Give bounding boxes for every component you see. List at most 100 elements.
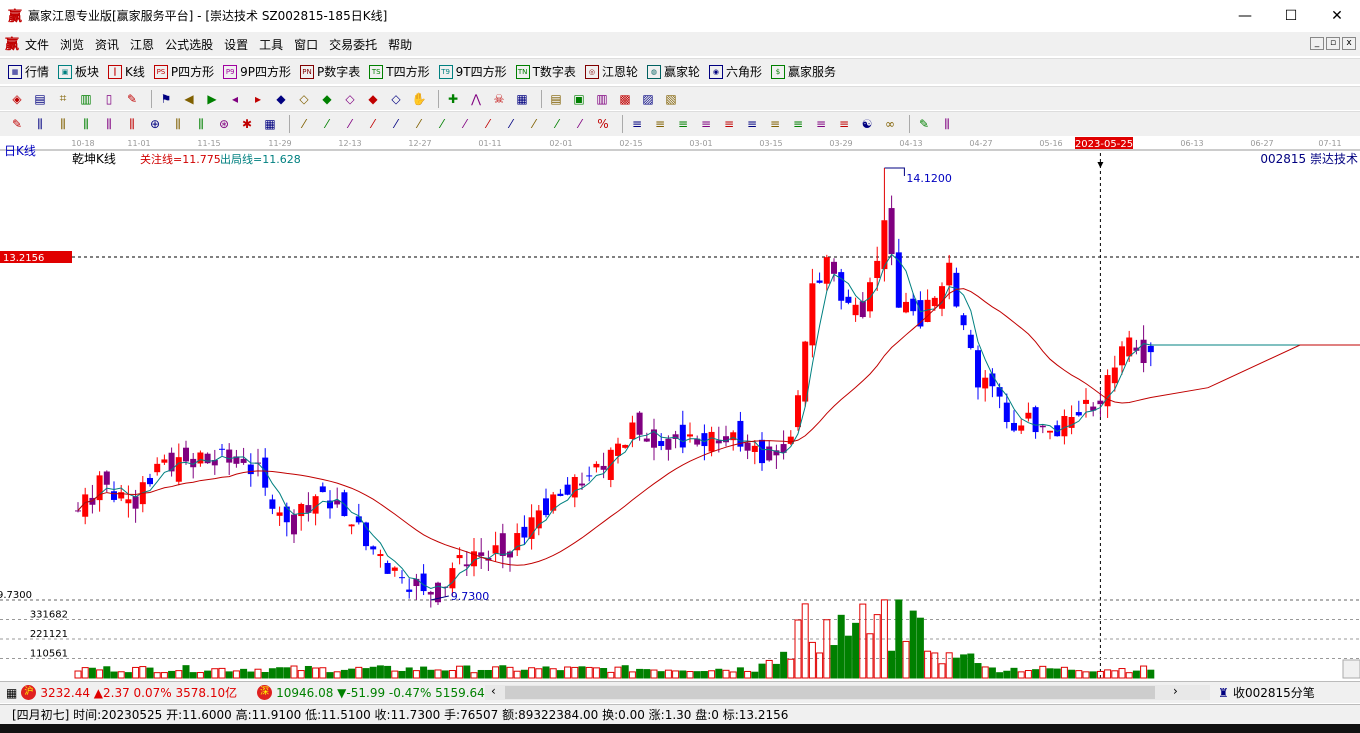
- chart-icon[interactable]: ▥: [77, 90, 95, 108]
- flag-icon[interactable]: ◀: [180, 90, 198, 108]
- bar-chart-icon[interactable]: ▯: [100, 90, 118, 108]
- fan5-icon[interactable]: ⁄: [387, 115, 405, 133]
- menu-3[interactable]: 江恩: [130, 36, 154, 53]
- fib9-icon[interactable]: ☯: [858, 115, 876, 133]
- gann-angle-icon[interactable]: ⊛: [215, 115, 233, 133]
- kline-chart[interactable]: 10-18 11-01 11-15 11-29 12-13 12-27 01-11 02-01…: [0, 137, 1360, 680]
- fan12-icon[interactable]: ⁄: [548, 115, 566, 133]
- formula-icon[interactable]: ⚑: [157, 90, 175, 108]
- fan9-icon[interactable]: ⁄: [479, 115, 497, 133]
- fan2-icon[interactable]: ⁄: [318, 115, 336, 133]
- grid2-icon[interactable]: ⫼: [192, 115, 210, 133]
- prev-icon[interactable]: ▸: [249, 90, 267, 108]
- fib2-icon[interactable]: ≡: [697, 115, 715, 133]
- menu-8[interactable]: 交易委托: [329, 36, 377, 53]
- scroll-right-button[interactable]: ›: [1173, 684, 1178, 698]
- fan11-icon[interactable]: ⁄: [525, 115, 543, 133]
- mdi-restore-button[interactable]: ▫: [1326, 37, 1340, 50]
- circle-icon[interactable]: ⊕: [146, 115, 164, 133]
- bars5-icon[interactable]: ⫼: [123, 115, 141, 133]
- star-icon[interactable]: ✱: [238, 115, 256, 133]
- bars1-icon[interactable]: ⫼: [31, 115, 49, 133]
- toolbar-button-12[interactable]: $ 赢家服务: [770, 63, 836, 80]
- horizontal-scrollbar[interactable]: ‹ ›: [485, 684, 1210, 700]
- save-icon[interactable]: ▩: [616, 90, 634, 108]
- period-dropdown-icon[interactable]: ◈: [8, 90, 26, 108]
- menu-0[interactable]: 文件: [25, 36, 49, 53]
- fan1-icon[interactable]: ⁄: [295, 115, 313, 133]
- fib8-icon[interactable]: ≡: [835, 115, 853, 133]
- diamond5-icon[interactable]: ◇: [387, 90, 405, 108]
- fan4-icon[interactable]: ⁄: [364, 115, 382, 133]
- toolbar-button-8[interactable]: TN T数字表: [515, 63, 576, 80]
- diamond1-icon[interactable]: ◇: [295, 90, 313, 108]
- print-icon[interactable]: ▨: [639, 90, 657, 108]
- toolbar-button-5[interactable]: PN P数字表: [300, 63, 360, 80]
- box-icon[interactable]: ▦: [261, 115, 279, 133]
- toolbar-button-1[interactable]: ▣ 板块: [58, 63, 99, 80]
- percent-icon[interactable]: ≡: [651, 115, 669, 133]
- fan14-icon[interactable]: %: [594, 115, 612, 133]
- toolbar-button-4[interactable]: P9 9P四方形: [223, 63, 291, 80]
- skull-icon[interactable]: ▦: [513, 90, 531, 108]
- bars3-icon[interactable]: ⫼: [77, 115, 95, 133]
- toolbar-button-2[interactable]: ┃ K线: [108, 63, 145, 80]
- diamond2-icon[interactable]: ◆: [318, 90, 336, 108]
- fib10-icon[interactable]: ∞: [881, 115, 899, 133]
- toolbar-button-11[interactable]: ◉ 六角形: [708, 63, 762, 80]
- document-icon[interactable]: ⌗: [54, 90, 72, 108]
- toolbar-button-3[interactable]: PS P四方形: [153, 63, 214, 80]
- hand-icon[interactable]: ✚: [444, 90, 462, 108]
- fib5-icon[interactable]: ≡: [766, 115, 784, 133]
- calc-icon[interactable]: ▣: [570, 90, 588, 108]
- fan13-icon[interactable]: ⁄: [571, 115, 589, 133]
- export-icon[interactable]: ▧: [662, 90, 680, 108]
- menu-9[interactable]: 帮助: [388, 36, 412, 53]
- fib3-icon[interactable]: ≡: [720, 115, 738, 133]
- fan3-icon[interactable]: ⁄: [341, 115, 359, 133]
- fan8-icon[interactable]: ⁄: [456, 115, 474, 133]
- line-icon[interactable]: ☠: [490, 90, 508, 108]
- toolbar-button-7[interactable]: T9 9T四方形: [438, 63, 507, 80]
- toolbar-button-0[interactable]: ▦ 行情: [8, 63, 49, 80]
- calendar-icon[interactable]: ▤: [547, 90, 565, 108]
- grid1-icon[interactable]: ⫼: [169, 115, 187, 133]
- mdi-minimize-button[interactable]: _: [1310, 37, 1324, 50]
- scrollbar-thumb[interactable]: [505, 686, 1155, 699]
- first-icon[interactable]: ▶: [203, 90, 221, 108]
- bars2-icon[interactable]: ⫼: [54, 115, 72, 133]
- fib6-icon[interactable]: ≡: [789, 115, 807, 133]
- pen-icon[interactable]: ✎: [8, 115, 26, 133]
- menu-5[interactable]: 设置: [224, 36, 248, 53]
- menu-7[interactable]: 窗口: [294, 36, 318, 53]
- tick-data-label[interactable]: 收002815分笔: [1233, 684, 1315, 701]
- diamond3-icon[interactable]: ◇: [341, 90, 359, 108]
- bars4-icon[interactable]: ⫼: [100, 115, 118, 133]
- toolbar-button-6[interactable]: TS T四方形: [369, 63, 430, 80]
- quote-table-icon[interactable]: ▦: [6, 686, 17, 700]
- fib7-icon[interactable]: ≡: [812, 115, 830, 133]
- mdi-close-button[interactable]: x: [1342, 37, 1356, 50]
- crosshair-icon[interactable]: ⋀: [467, 90, 485, 108]
- fib1-icon[interactable]: ≡: [674, 115, 692, 133]
- maximize-button[interactable]: ☐: [1268, 0, 1314, 31]
- yin-yang-icon[interactable]: ✎: [915, 115, 933, 133]
- scroll-left-button[interactable]: ‹: [491, 684, 496, 698]
- menu-1[interactable]: 浏览: [60, 36, 84, 53]
- menu-6[interactable]: 工具: [259, 36, 283, 53]
- fan15-icon[interactable]: ≡: [628, 115, 646, 133]
- notes-icon[interactable]: ▥: [593, 90, 611, 108]
- next-icon[interactable]: ◆: [272, 90, 290, 108]
- fan7-icon[interactable]: ⁄: [433, 115, 451, 133]
- fan10-icon[interactable]: ⁄: [502, 115, 520, 133]
- menu-4[interactable]: 公式选股: [165, 36, 213, 53]
- toolbar-button-9[interactable]: ◎ 江恩轮: [584, 63, 638, 80]
- infinity-icon[interactable]: ⫼: [938, 115, 956, 133]
- diamond4-icon[interactable]: ◆: [364, 90, 382, 108]
- menu-2[interactable]: 资讯: [95, 36, 119, 53]
- minimize-button[interactable]: —: [1222, 0, 1268, 31]
- fan6-icon[interactable]: ⁄: [410, 115, 428, 133]
- cursor-dropdown-icon[interactable]: ✎: [123, 90, 141, 108]
- pattern-icon[interactable]: ▤: [31, 90, 49, 108]
- last-icon[interactable]: ◂: [226, 90, 244, 108]
